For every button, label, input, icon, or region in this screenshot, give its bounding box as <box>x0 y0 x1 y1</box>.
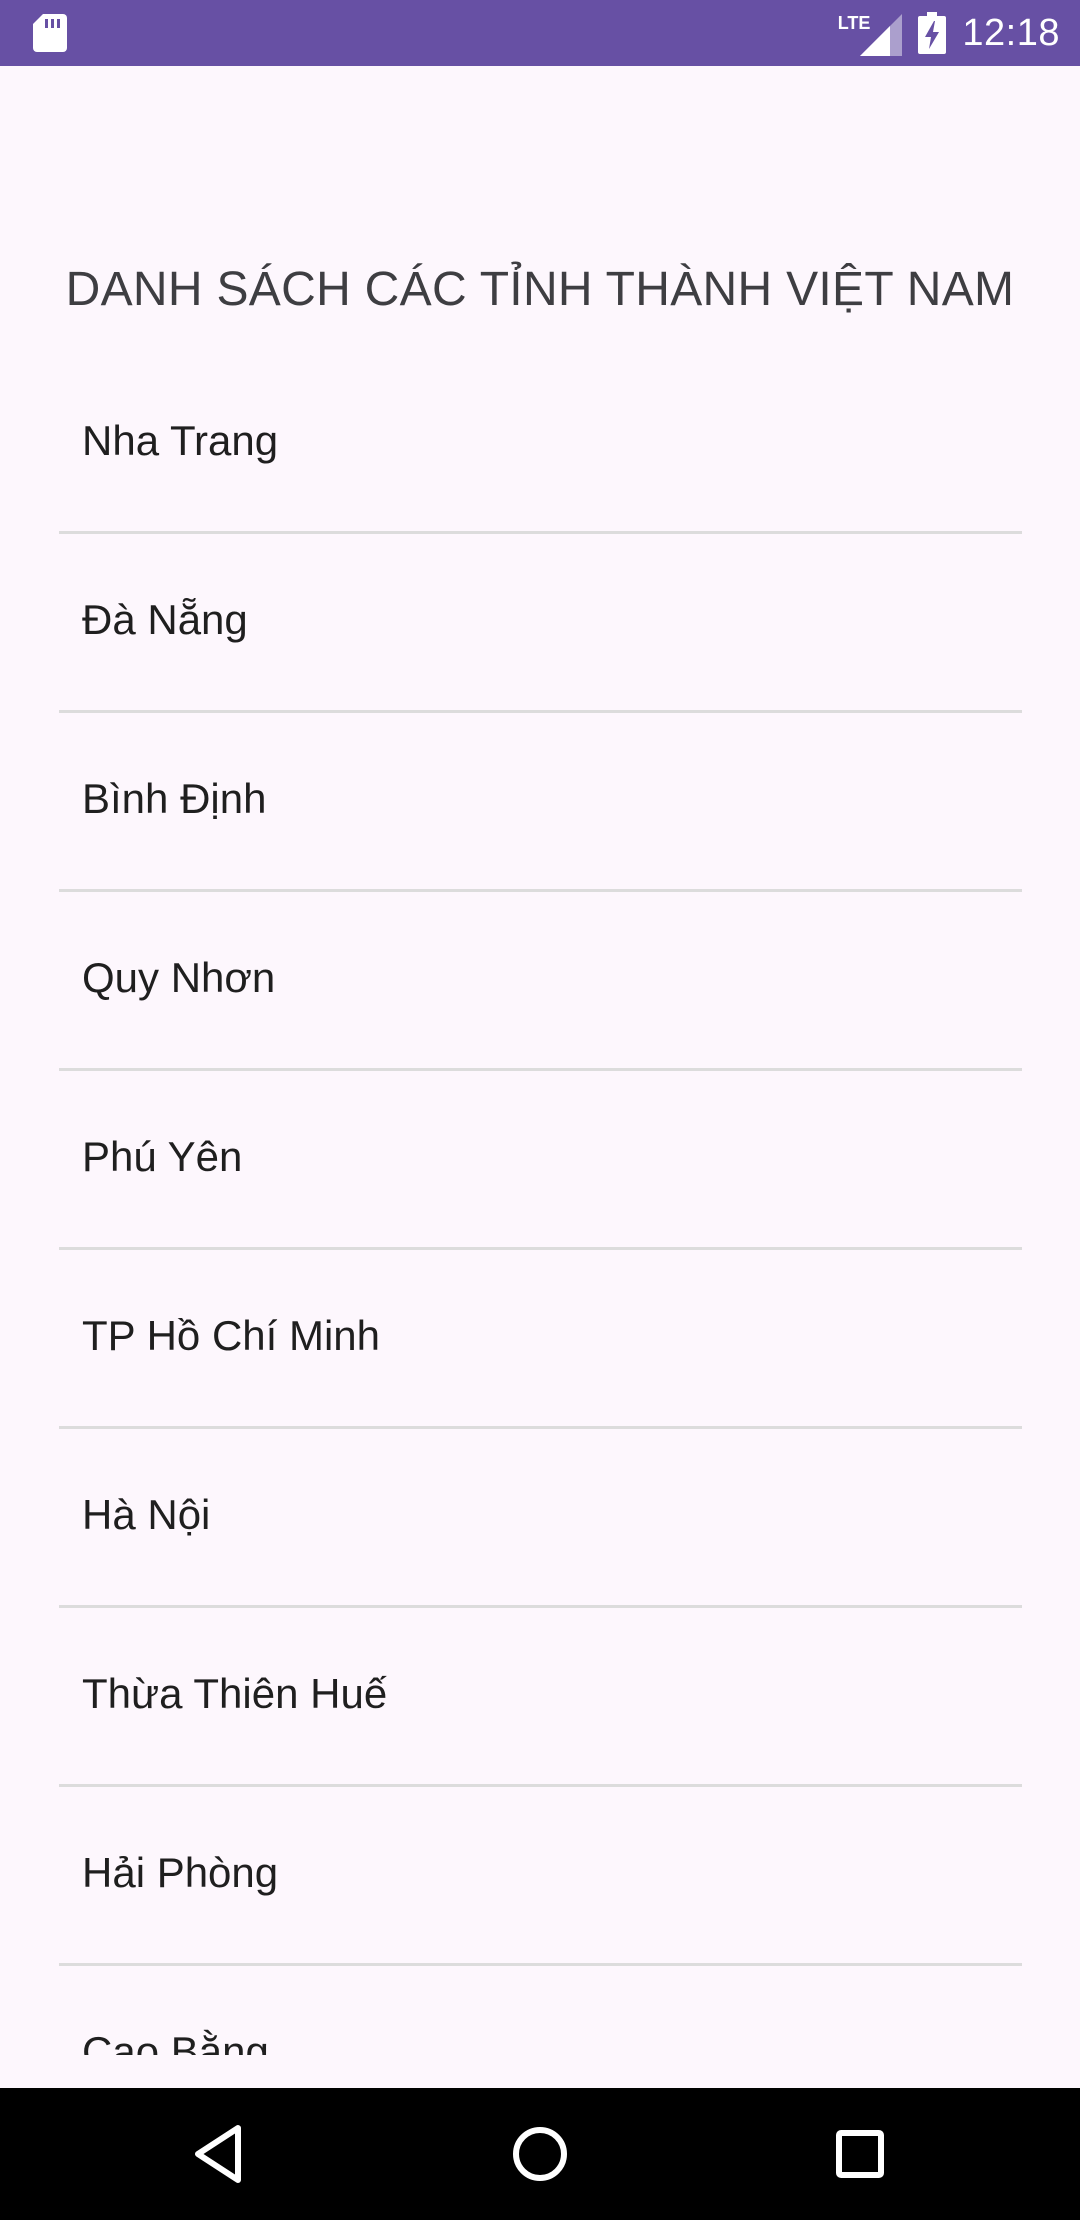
list-item-label: Hải Phòng <box>82 1849 279 1896</box>
network-type-label: LTE <box>837 12 871 33</box>
list-item[interactable]: TP Hồ Chí Minh <box>59 1250 1022 1429</box>
page-title: DANH SÁCH CÁC TỈNH THÀNH VIỆT NAM <box>65 263 1015 316</box>
list-item-label: TP Hồ Chí Minh <box>82 1312 380 1359</box>
back-icon[interactable] <box>186 2120 254 2188</box>
list-item-label: Bình Định <box>82 775 267 822</box>
list-item-label: Đà Nẵng <box>82 596 248 643</box>
navigation-bar <box>0 2088 1080 2220</box>
list-item[interactable]: Quy Nhơn <box>59 892 1022 1071</box>
list-item[interactable]: Đà Nẵng <box>59 534 1022 713</box>
list-item[interactable]: Nha Trang <box>59 355 1022 534</box>
status-icons: LTE 12:18 <box>838 0 1060 66</box>
battery-charging-icon <box>918 12 947 54</box>
list-item-label: Phú Yên <box>82 1133 243 1180</box>
status-clock: 12:18 <box>962 11 1060 54</box>
home-icon[interactable] <box>506 2120 574 2188</box>
list-item[interactable]: Cao Bằng <box>59 1966 1022 2055</box>
list-item-label: Quy Nhơn <box>82 954 276 1001</box>
status-bar: LTE 12:18 <box>0 0 1080 66</box>
list-item[interactable]: Phú Yên <box>59 1071 1022 1250</box>
recents-icon[interactable] <box>826 2120 894 2188</box>
list-item-label: Cao Bằng <box>82 2028 269 2055</box>
list-item-label: Nha Trang <box>82 417 279 464</box>
sd-card-icon <box>33 14 67 52</box>
list-item-label: Thừa Thiên Huế <box>82 1670 388 1717</box>
list-item[interactable]: Bình Định <box>59 713 1022 892</box>
list-item[interactable]: Hà Nội <box>59 1429 1022 1608</box>
list-item-label: Hà Nội <box>82 1491 211 1538</box>
list-item[interactable]: Hải Phòng <box>59 1787 1022 1966</box>
list-item[interactable]: Thừa Thiên Huế <box>59 1608 1022 1787</box>
province-list[interactable]: Nha Trang Đà Nẵng Bình Định Quy Nhơn Phú… <box>59 355 1022 2055</box>
